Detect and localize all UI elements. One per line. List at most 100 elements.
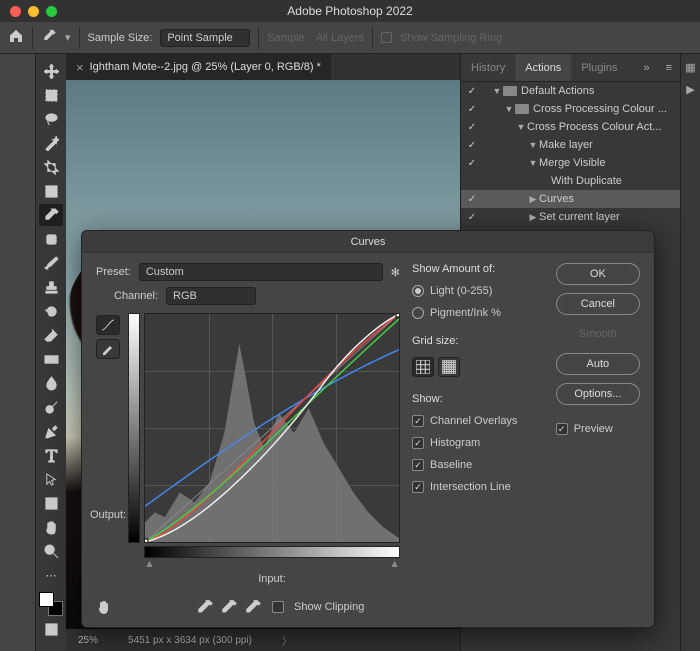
action-check-icon[interactable]: ✓	[465, 158, 479, 169]
black-point-eyedropper-icon[interactable]	[196, 599, 214, 615]
quickmask-icon[interactable]	[39, 618, 63, 640]
action-label: Cross Process Colour Act...	[527, 121, 662, 133]
panel-overflow-icon[interactable]: »	[635, 62, 657, 74]
white-point-eyedropper-icon[interactable]	[244, 599, 262, 615]
type-tool-icon[interactable]	[39, 444, 63, 466]
twisty-icon[interactable]: ▼	[503, 104, 515, 114]
document-tab[interactable]: × Ightham Mote--2.jpg @ 25% (Layer 0, RG…	[66, 54, 331, 80]
home-icon[interactable]	[8, 28, 24, 47]
gradient-tool-icon[interactable]	[39, 348, 63, 370]
color-swatches[interactable]	[39, 592, 63, 616]
folder-icon	[515, 104, 529, 114]
dodge-tool-icon[interactable]	[39, 396, 63, 418]
action-row[interactable]: ✓ ▼Cross Process Colour Act...	[461, 118, 680, 136]
smooth-button: Smooth	[556, 323, 640, 345]
light-radio[interactable]	[412, 285, 424, 297]
twisty-icon[interactable]: ▼	[527, 140, 539, 150]
zoom-level[interactable]: 25%	[78, 635, 98, 646]
wand-tool-icon[interactable]	[39, 132, 63, 154]
action-check-icon[interactable]: ✓	[465, 140, 479, 151]
eraser-tool-icon[interactable]	[39, 324, 63, 346]
channel-select[interactable]: RGB	[166, 287, 256, 305]
hand-tool-icon[interactable]	[39, 516, 63, 538]
action-check-icon[interactable]: ✓	[465, 104, 479, 115]
twisty-icon[interactable]: ▼	[515, 122, 527, 132]
zoom-tool-icon[interactable]	[39, 540, 63, 562]
action-row[interactable]: ✓▼Make layer	[461, 136, 680, 154]
baseline-checkbox[interactable]	[412, 459, 424, 471]
frame-tool-icon[interactable]	[39, 180, 63, 202]
play-icon[interactable]: ▶	[684, 82, 698, 96]
action-row[interactable]: With Duplicate	[461, 172, 680, 190]
preview-checkbox[interactable]	[556, 423, 568, 435]
brush-tool-icon[interactable]	[39, 252, 63, 274]
marquee-tool-icon[interactable]	[39, 84, 63, 106]
heal-tool-icon[interactable]	[39, 228, 63, 250]
target-adjust-icon[interactable]	[96, 599, 116, 615]
cancel-button[interactable]: Cancel	[556, 293, 640, 315]
curves-graph[interactable]	[144, 313, 400, 543]
curves-dialog: Curves Preset: Custom ✻ Channel: RGB Out…	[81, 230, 655, 628]
history-brush-icon[interactable]	[39, 300, 63, 322]
move-tool-icon[interactable]	[39, 60, 63, 82]
auto-button[interactable]: Auto	[556, 353, 640, 375]
pigment-radio[interactable]	[412, 307, 424, 319]
preset-select[interactable]: Custom	[139, 263, 383, 281]
histogram-label: Histogram	[430, 437, 480, 449]
tab-history[interactable]: History	[461, 54, 515, 81]
pen-tool-icon[interactable]	[39, 420, 63, 442]
action-row[interactable]: ✓▼Default Actions	[461, 82, 680, 100]
action-check-icon[interactable]: ✓	[465, 212, 479, 223]
action-row[interactable]: ✓▶Set current layer	[461, 208, 680, 226]
ok-button[interactable]: OK	[556, 263, 640, 285]
tab-plugins[interactable]: Plugins	[571, 54, 627, 81]
action-label: Cross Processing Colour ...	[533, 103, 667, 115]
action-row[interactable]: ✓ ▶Curves	[461, 190, 680, 208]
show-clipping-checkbox[interactable]	[272, 601, 284, 613]
more-tools-icon[interactable]: ⋯	[39, 564, 63, 586]
panel-menu-icon[interactable]: ≡	[658, 62, 680, 74]
twisty-icon[interactable]: ▼	[527, 158, 539, 168]
crop-tool-icon[interactable]	[39, 156, 63, 178]
action-label: Curves	[539, 193, 574, 205]
grid-10x10-button[interactable]	[438, 357, 460, 377]
grid-size-label: Grid size:	[412, 335, 544, 347]
gray-point-eyedropper-icon[interactable]	[220, 599, 238, 615]
histogram-checkbox[interactable]	[412, 437, 424, 449]
action-check-icon[interactable]: ✓	[465, 194, 479, 205]
grid-4x4-button[interactable]	[412, 357, 434, 377]
action-row[interactable]: ✓ ▼ Cross Processing Colour ...	[461, 100, 680, 118]
options-bar: ▾ Sample Size: Point Sample Sample: All …	[0, 22, 700, 54]
eyedropper-tool-icon[interactable]	[41, 28, 57, 47]
show-sampling-ring-checkbox[interactable]	[381, 32, 392, 43]
intersection-label: Intersection Line	[430, 481, 511, 493]
action-row[interactable]: ✓ ▼Merge Visible	[461, 154, 680, 172]
gear-icon[interactable]: ✻	[391, 266, 400, 279]
shape-tool-icon[interactable]	[39, 492, 63, 514]
action-label: Merge Visible	[539, 157, 605, 169]
path-select-icon[interactable]	[39, 468, 63, 490]
action-check-icon[interactable]: ✓	[465, 86, 479, 97]
twisty-icon[interactable]: ▶	[527, 212, 539, 223]
channel-overlays-checkbox[interactable]	[412, 415, 424, 427]
panel-icon[interactable]: ▦	[684, 60, 698, 74]
titlebar: Adobe Photoshop 2022	[0, 0, 700, 22]
sample-size-select[interactable]: Point Sample	[160, 29, 250, 47]
twisty-icon[interactable]: ▼	[491, 86, 503, 96]
blur-tool-icon[interactable]	[39, 372, 63, 394]
action-check-icon[interactable]: ✓	[465, 122, 479, 133]
channel-overlays-label: Channel Overlays	[430, 415, 517, 427]
sample-label: Sample:	[267, 32, 307, 44]
stamp-tool-icon[interactable]	[39, 276, 63, 298]
close-tab-icon[interactable]: ×	[76, 60, 84, 75]
curve-point-tool[interactable]	[96, 315, 120, 335]
curve-pencil-tool[interactable]	[96, 339, 120, 359]
options-button[interactable]: Options...	[556, 383, 640, 405]
lasso-tool-icon[interactable]	[39, 108, 63, 130]
tab-actions[interactable]: Actions	[515, 54, 571, 81]
eyedropper-tool-icon[interactable]	[39, 204, 63, 226]
twisty-icon[interactable]: ▶	[527, 194, 539, 205]
intersection-checkbox[interactable]	[412, 481, 424, 493]
foreground-swatch[interactable]	[39, 592, 54, 607]
document-tab-label: Ightham Mote--2.jpg @ 25% (Layer 0, RGB/…	[90, 61, 321, 73]
